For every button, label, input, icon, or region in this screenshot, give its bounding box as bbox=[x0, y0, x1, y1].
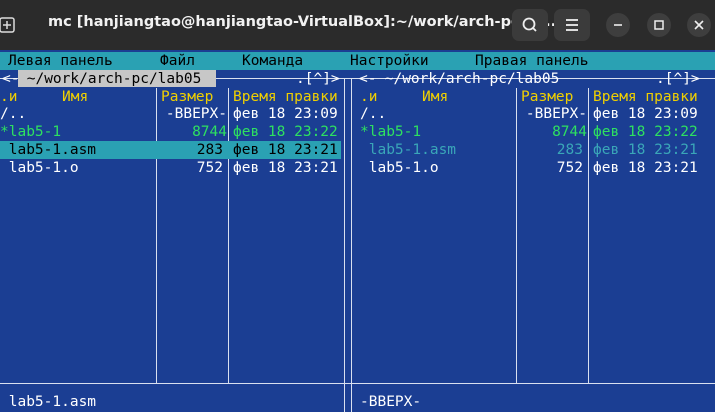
file-size: -ВВЕРХ- bbox=[165, 106, 227, 122]
file-size: 8744 bbox=[192, 124, 227, 140]
menu-command[interactable]: Команда bbox=[242, 52, 303, 70]
file-name: /.. bbox=[0, 106, 27, 122]
maximize-icon bbox=[654, 20, 664, 30]
new-tab-icon[interactable] bbox=[0, 17, 16, 33]
right-header-time[interactable]: Время правки bbox=[593, 88, 698, 106]
menu-left-panel[interactable]: Левая панель bbox=[8, 52, 113, 70]
right-col-divider-size bbox=[588, 88, 589, 383]
file-size: 283 bbox=[556, 142, 583, 158]
file-name: lab5-1.o bbox=[0, 160, 79, 176]
close-button[interactable] bbox=[687, 13, 711, 37]
left-header-name[interactable]: Имя bbox=[62, 88, 88, 106]
terminal: Левая панель Файл Команда Настройки Прав… bbox=[0, 50, 715, 412]
left-path-suffix[interactable]: .[^]> bbox=[296, 70, 340, 88]
file-size: 283 bbox=[196, 142, 223, 158]
close-icon bbox=[694, 20, 704, 30]
file-time: фев 18 23:21 bbox=[233, 160, 338, 176]
file-name: *lab5-1 bbox=[0, 124, 62, 140]
file-size: 8744 bbox=[552, 124, 587, 140]
menu-settings[interactable]: Настройки bbox=[350, 52, 429, 70]
right-header-sort[interactable]: .и bbox=[360, 88, 377, 106]
maximize-button[interactable] bbox=[647, 13, 671, 37]
minimize-button[interactable] bbox=[606, 13, 630, 37]
right-path-suffix[interactable]: .[^]> bbox=[656, 70, 700, 88]
right-header-name[interactable]: Имя bbox=[422, 88, 448, 106]
file-time: фев 18 23:22 bbox=[593, 124, 698, 140]
title-bar: mc [hanjiangtao@hanjiangtao-VirtualBox]:… bbox=[0, 0, 715, 50]
panel-divider-left bbox=[344, 78, 345, 412]
hamburger-menu-icon bbox=[566, 19, 578, 31]
left-path[interactable]: ~/work/arch-pc/lab05 bbox=[18, 70, 210, 88]
minimize-icon bbox=[614, 24, 622, 26]
right-path[interactable]: ~/work/arch-pc/lab05 bbox=[376, 70, 560, 88]
file-time: фев 18 23:09 bbox=[593, 106, 698, 122]
file-time: фев 18 23:09 bbox=[233, 106, 338, 122]
file-name: /.. bbox=[360, 106, 387, 122]
file-time: фев 18 23:21 bbox=[593, 160, 698, 176]
file-time: фев 18 23:21 bbox=[233, 142, 338, 158]
file-size: -ВВЕРХ- bbox=[525, 106, 587, 122]
panel-status-separator bbox=[0, 383, 715, 384]
right-path-prefix: <- bbox=[359, 71, 377, 87]
file-size: 752 bbox=[196, 160, 223, 176]
file-time: фев 18 23:22 bbox=[233, 124, 338, 140]
file-name: *lab5-1 bbox=[360, 124, 422, 140]
left-header-size[interactable]: Размер bbox=[161, 88, 213, 106]
right-header-size[interactable]: Размер bbox=[521, 88, 573, 106]
left-header-sort[interactable]: .и bbox=[0, 88, 17, 106]
left-col-divider-size bbox=[228, 88, 229, 383]
search-button[interactable] bbox=[512, 9, 548, 41]
right-col-divider-name bbox=[516, 88, 517, 383]
file-name: lab5-1.asm bbox=[0, 142, 97, 158]
window-title: mc [hanjiangtao@hanjiangtao-VirtualBox]:… bbox=[48, 14, 557, 30]
mc-menu-bar: Левая панель Файл Команда Настройки Прав… bbox=[0, 52, 715, 70]
menu-file[interactable]: Файл bbox=[160, 52, 195, 70]
left-path-prefix: <- bbox=[2, 71, 20, 87]
right-status-line: -ВВЕРХ- bbox=[360, 394, 422, 410]
menu-button[interactable] bbox=[554, 9, 590, 41]
file-time: фев 18 23:21 bbox=[593, 142, 698, 158]
file-size: 752 bbox=[556, 160, 583, 176]
file-name: lab5-1.asm bbox=[360, 142, 457, 158]
search-icon bbox=[522, 17, 537, 32]
file-name: lab5-1.o bbox=[360, 160, 439, 176]
menu-right-panel[interactable]: Правая панель bbox=[475, 52, 589, 70]
left-status-line: lab5-1.asm bbox=[0, 394, 97, 410]
panel-divider-right bbox=[351, 78, 352, 412]
left-col-divider-name bbox=[156, 88, 157, 383]
left-header-time[interactable]: Время правки bbox=[233, 88, 338, 106]
